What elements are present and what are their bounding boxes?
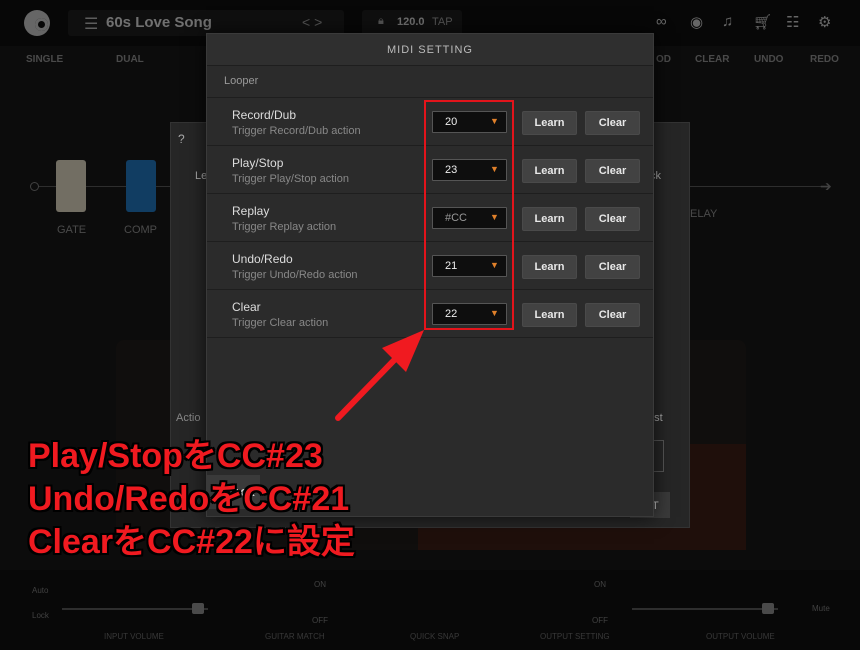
annotation-line-3: ClearをCC#22に設定 bbox=[28, 523, 355, 561]
annotation-line-2: Undo/RedoをCC#21 bbox=[28, 480, 350, 518]
annotation-line-1: Play/StopをCC#23 bbox=[28, 437, 323, 475]
